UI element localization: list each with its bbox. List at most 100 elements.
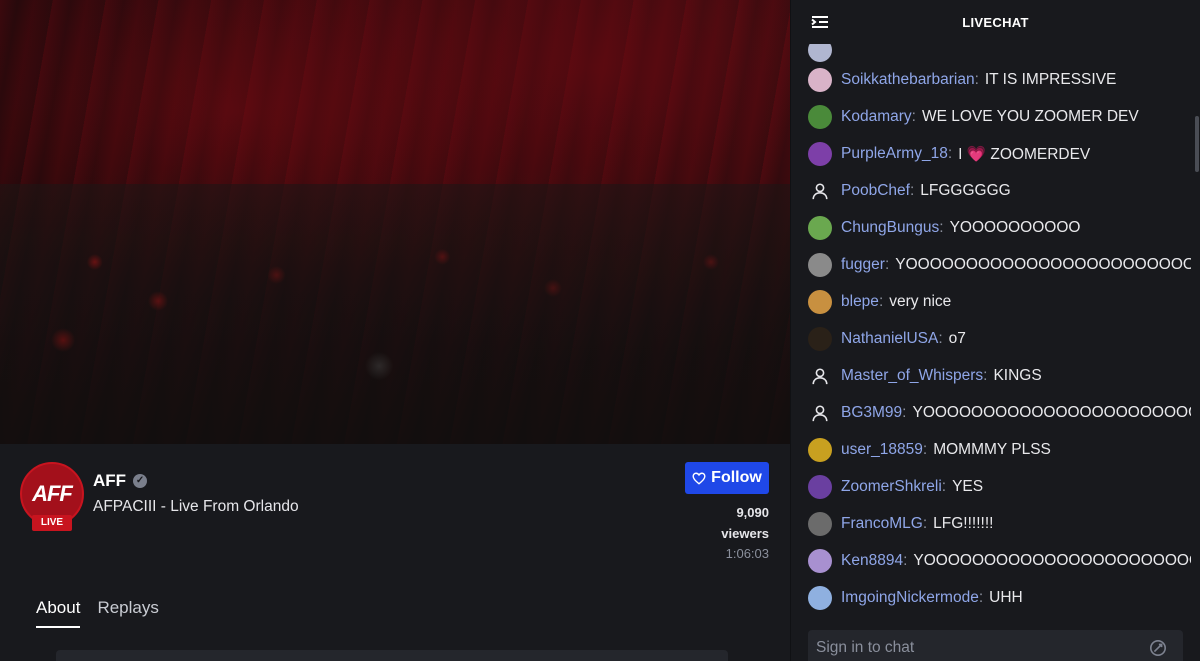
user-avatar[interactable] <box>808 327 832 351</box>
video-frame-crowd <box>0 184 790 444</box>
default-user-icon[interactable] <box>808 179 832 203</box>
channel-name-row: AFF ✓ <box>93 471 148 491</box>
channel-name[interactable]: AFF <box>93 471 126 491</box>
chat-message: user_18859: MOMMMY PLSS <box>808 436 1051 464</box>
chat-text: YOOOOOOOOOO <box>949 219 1081 236</box>
chat-separator: : <box>911 108 916 125</box>
chat-username[interactable]: ImgoingNickermode <box>841 589 979 607</box>
chat-message: PoobChef: LFGGGGGG <box>808 177 1011 205</box>
channel-avatar[interactable]: AFF LIVE <box>20 462 84 531</box>
chat-username[interactable]: ZoomerShkreli <box>841 478 942 496</box>
user-avatar[interactable] <box>808 512 832 536</box>
user-avatar[interactable] <box>808 68 832 92</box>
live-badge: LIVE <box>32 515 72 531</box>
chat-message: Kodamary: WE LOVE YOU ZOOMER DEV <box>808 103 1139 131</box>
chat-message: NathanielUSA: o7 <box>808 325 966 353</box>
chat-separator: : <box>884 256 890 273</box>
chat-text: very nice <box>889 293 952 310</box>
chat-message: BG3M99: YOOOOOOOOOOOOOOOOOOOOOOOO <box>808 399 1191 427</box>
chat-text: MOMMMY PLSS <box>933 441 1051 458</box>
user-avatar[interactable] <box>808 475 832 499</box>
user-avatar[interactable] <box>808 438 832 462</box>
tab-replays[interactable]: Replays <box>97 598 158 628</box>
tab-about[interactable]: About <box>36 598 81 628</box>
chat-message: PurpleArmy_18: I 💗 ZOOMERDEV <box>808 140 1090 168</box>
viewer-label: viewers <box>721 526 769 541</box>
user-avatar[interactable] <box>808 549 832 573</box>
chat-username[interactable]: BG3M99 <box>841 404 902 422</box>
user-avatar[interactable] <box>808 290 832 314</box>
chat-separator: : <box>878 293 884 310</box>
chat-text: WE LOVE YOU ZOOMER DEV <box>921 108 1139 125</box>
follow-label: Follow <box>711 469 762 486</box>
chat-message: ZoomerShkreli: YES <box>808 473 983 501</box>
channel-info-panel: AFF LIVE AFF ✓ AFPACIII - Live From Orla… <box>0 444 790 661</box>
collapse-chat-icon[interactable] <box>811 14 829 30</box>
app-root: AFF LIVE AFF ✓ AFPACIII - Live From Orla… <box>0 0 1200 661</box>
chat-separator: : <box>903 552 908 569</box>
chat-username[interactable]: Soikkathebarbarian <box>841 71 975 89</box>
chat-text: LFG!!!!!!! <box>933 515 994 532</box>
heart-icon <box>692 472 706 485</box>
chat-username[interactable]: fugger <box>841 256 885 274</box>
chat-title: LIVECHAT <box>962 14 1029 30</box>
user-avatar[interactable] <box>808 142 832 166</box>
default-user-icon[interactable] <box>808 364 832 388</box>
chat-message-list[interactable]: Soikkathebarbarian: IT IS IMPRESSIVE Kodam… <box>791 44 1191 620</box>
chat-username[interactable]: ChungBungus <box>841 219 939 237</box>
channel-tabs: About Replays <box>36 598 159 628</box>
chat-username[interactable]: PurpleArmy_18 <box>841 145 948 163</box>
chat-username[interactable]: user_18859 <box>841 441 923 459</box>
follow-button[interactable]: Follow <box>685 462 769 494</box>
chat-username[interactable]: PoobChef <box>841 182 910 200</box>
chat-separator: : <box>974 71 979 88</box>
chat-separator: : <box>978 589 984 606</box>
chat-text: YOOOOOOOOOOOOOOOOOOOOOOOOOOC <box>913 552 1191 569</box>
chat-text: o7 <box>948 330 966 347</box>
verified-icon: ✓ <box>133 474 148 488</box>
chat-username[interactable]: NathanielUSA <box>841 330 938 348</box>
chat-separator: : <box>909 182 915 199</box>
default-user-icon[interactable] <box>808 401 832 425</box>
chat-message: ImgoingNickermode: UHH <box>808 584 1023 612</box>
chat-message: ChungBungus: YOOOOOOOOOO <box>808 214 1080 242</box>
chat-input[interactable] <box>816 639 1136 657</box>
video-player[interactable] <box>0 0 790 444</box>
user-avatar <box>808 44 832 62</box>
chat-separator: : <box>939 219 944 236</box>
viewer-count: 9,090 <box>736 505 769 520</box>
chat-separator: : <box>947 145 953 162</box>
chat-text: I 💗 ZOOMERDEV <box>958 145 1091 163</box>
user-avatar[interactable] <box>808 105 832 129</box>
emote-icon[interactable] <box>1149 639 1167 657</box>
chat-username[interactable]: Ken8894 <box>841 552 903 570</box>
user-avatar[interactable] <box>808 586 832 610</box>
chat-username[interactable]: Kodamary <box>841 108 912 126</box>
chat-text: UHH <box>989 589 1023 606</box>
chat-message: blepe: very nice <box>808 288 951 316</box>
chat-separator: : <box>983 367 988 384</box>
chat-text: YOOOOOOOOOOOOOOOOOOOOOOOO <box>912 404 1191 421</box>
chat-message: fugger: YOOOOOOOOOOOOOOOOOOOOOOOO <box>808 251 1191 279</box>
chat-username[interactable]: Master_of_Whispers <box>841 367 983 385</box>
chat-username[interactable]: blepe <box>841 293 879 311</box>
chat-separator: : <box>922 441 928 458</box>
chat-message: Soikkathebarbarian: IT IS IMPRESSIVE <box>808 66 1116 94</box>
chat-text: YES <box>952 478 984 495</box>
chat-text: LFGGGGGG <box>920 182 1011 199</box>
chat-scrollbar[interactable] <box>1195 116 1199 172</box>
chat-separator: : <box>938 330 943 347</box>
chat-input-box[interactable] <box>808 630 1183 661</box>
chat-text: YOOOOOOOOOOOOOOOOOOOOOOOO <box>895 256 1191 273</box>
chat-text: IT IS IMPRESSIVE <box>984 71 1117 88</box>
user-avatar[interactable] <box>808 216 832 240</box>
user-avatar[interactable] <box>808 253 832 277</box>
chat-username[interactable]: FrancoMLG <box>841 515 923 533</box>
chat-message: FrancoMLG: LFG!!!!!!! <box>808 510 993 538</box>
chat-text: KINGS <box>993 367 1042 384</box>
chat-separator: : <box>941 478 947 495</box>
chat-message-partial <box>808 44 841 64</box>
stream-uptime: 1:06:03 <box>725 546 769 561</box>
chat-message: Ken8894: YOOOOOOOOOOOOOOOOOOOOOOOOOOC <box>808 547 1191 575</box>
chat-header: LIVECHAT <box>791 0 1200 44</box>
